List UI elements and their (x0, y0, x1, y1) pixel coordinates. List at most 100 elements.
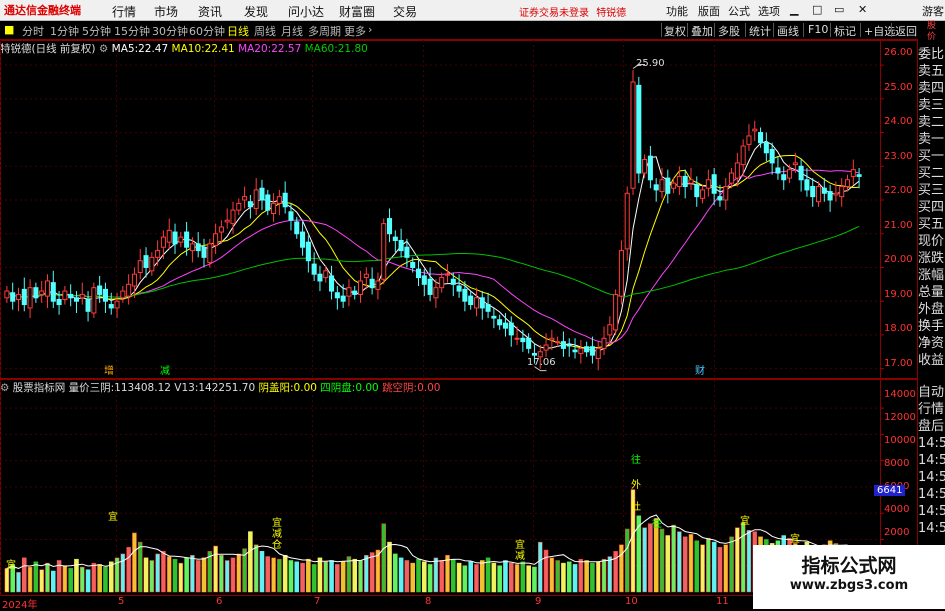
sidebar-label: 买三 (918, 183, 945, 198)
volume-bar (433, 557, 439, 593)
candle-body (589, 346, 595, 356)
volume-bar (555, 560, 560, 593)
candle-body (102, 288, 108, 302)
candle-body (126, 283, 132, 297)
date-tick: 6 (216, 596, 223, 607)
candle-body (44, 280, 51, 297)
volume-bar (340, 561, 346, 593)
watermark-title: 指标公式网 (801, 555, 897, 577)
candle-body (810, 186, 816, 198)
sidebar-label[interactable]: 自动 (918, 384, 945, 401)
volume-bar (537, 541, 543, 593)
candle-body (827, 191, 833, 201)
sidebar-label: 买二 (918, 166, 945, 181)
volume-bar (323, 561, 329, 593)
candle-body (549, 337, 555, 341)
date-tick: 5 (118, 596, 125, 607)
date-tick: 10 (625, 596, 638, 607)
volume-bar (271, 557, 276, 593)
date-tick: 11 (716, 596, 729, 607)
volume-bar (688, 533, 694, 593)
volume-bar (398, 557, 404, 593)
volume-bar (729, 536, 734, 593)
volume-bar (62, 565, 68, 593)
sidebar-label: 买五 (918, 217, 945, 232)
volume-bar (132, 532, 137, 593)
candle-body (758, 132, 764, 144)
candle-body (844, 179, 851, 188)
candle-body (300, 231, 306, 248)
price-axis: 26.00 25.00 24.00 23.00 22.00 21.00 20.0… (884, 47, 918, 377)
volume-bar (520, 561, 526, 593)
volume-tick: 4000 (884, 504, 910, 515)
candle-body (647, 155, 653, 181)
volume-bar (584, 560, 589, 593)
candle-body (804, 179, 810, 191)
volume-bar (735, 527, 740, 593)
volume-bar (485, 557, 491, 593)
candle-body (334, 292, 340, 299)
vol-label: 吐 (631, 502, 641, 513)
candle-body (236, 202, 242, 211)
volume-bar (410, 562, 415, 593)
candle-body (288, 211, 294, 221)
candle-body (543, 344, 549, 351)
candle-body (624, 192, 630, 250)
kline-chart[interactable] (0, 0, 918, 609)
sidebar-label: 卖三 (918, 98, 945, 113)
volume-bar (149, 560, 155, 593)
volume-bar (665, 535, 671, 593)
candle-body (247, 201, 253, 208)
candle-body (740, 145, 746, 166)
candle-body (763, 142, 769, 154)
volume-bar (526, 565, 531, 593)
volume-bar (172, 558, 178, 593)
candle-body (462, 288, 468, 302)
vol-label: 宜 (790, 534, 800, 545)
marker-zeng[interactable]: 增 (104, 362, 114, 377)
volume-bar (201, 557, 207, 593)
candle-body (120, 290, 126, 299)
candle-body (839, 186, 845, 198)
candle-body (468, 295, 474, 306)
candle-body (578, 347, 584, 354)
candle-body (329, 275, 335, 292)
watermark: 指标公式网 www.zbgs3.com (753, 545, 945, 609)
sidebar-label: 14:5 (918, 487, 945, 502)
volume-bar (578, 558, 584, 593)
high-label: 25.90 (636, 58, 665, 69)
volume-bar (282, 554, 288, 593)
candle-body (497, 319, 503, 326)
candle-body (595, 347, 601, 360)
candle-body (114, 300, 120, 309)
volume-bar (682, 536, 688, 593)
date-tick: 7 (314, 596, 321, 607)
candle-body (398, 239, 404, 252)
volume-bar (103, 566, 108, 593)
candle-body (781, 174, 787, 181)
candle-body (195, 243, 201, 252)
price-tick: 24.00 (884, 116, 913, 127)
sidebar-label: 换手 (918, 319, 945, 334)
volume-bar (213, 545, 218, 593)
volume-bar (572, 564, 578, 593)
price-tick: 19.00 (884, 289, 913, 300)
candle-body (97, 285, 103, 295)
volume-bar (422, 561, 427, 593)
volume-bar (306, 558, 311, 593)
marker-cai[interactable]: 财 (695, 362, 705, 377)
candle-body (421, 275, 427, 285)
candle-body (340, 295, 346, 302)
sidebar-label: 行情 (918, 402, 945, 417)
candle-body (224, 219, 230, 223)
guest-label[interactable]: 游客 (922, 3, 944, 19)
marker-jian[interactable]: 减 (160, 362, 170, 377)
sidebar-label: 总量 (918, 285, 945, 300)
volume-bar (335, 564, 340, 593)
volume-bar (277, 558, 282, 593)
candle-body (346, 287, 352, 297)
candles (4, 70, 862, 371)
price-panel-border (0, 40, 918, 379)
price-tick: 17.00 (884, 358, 913, 369)
volume-bar (352, 558, 358, 593)
